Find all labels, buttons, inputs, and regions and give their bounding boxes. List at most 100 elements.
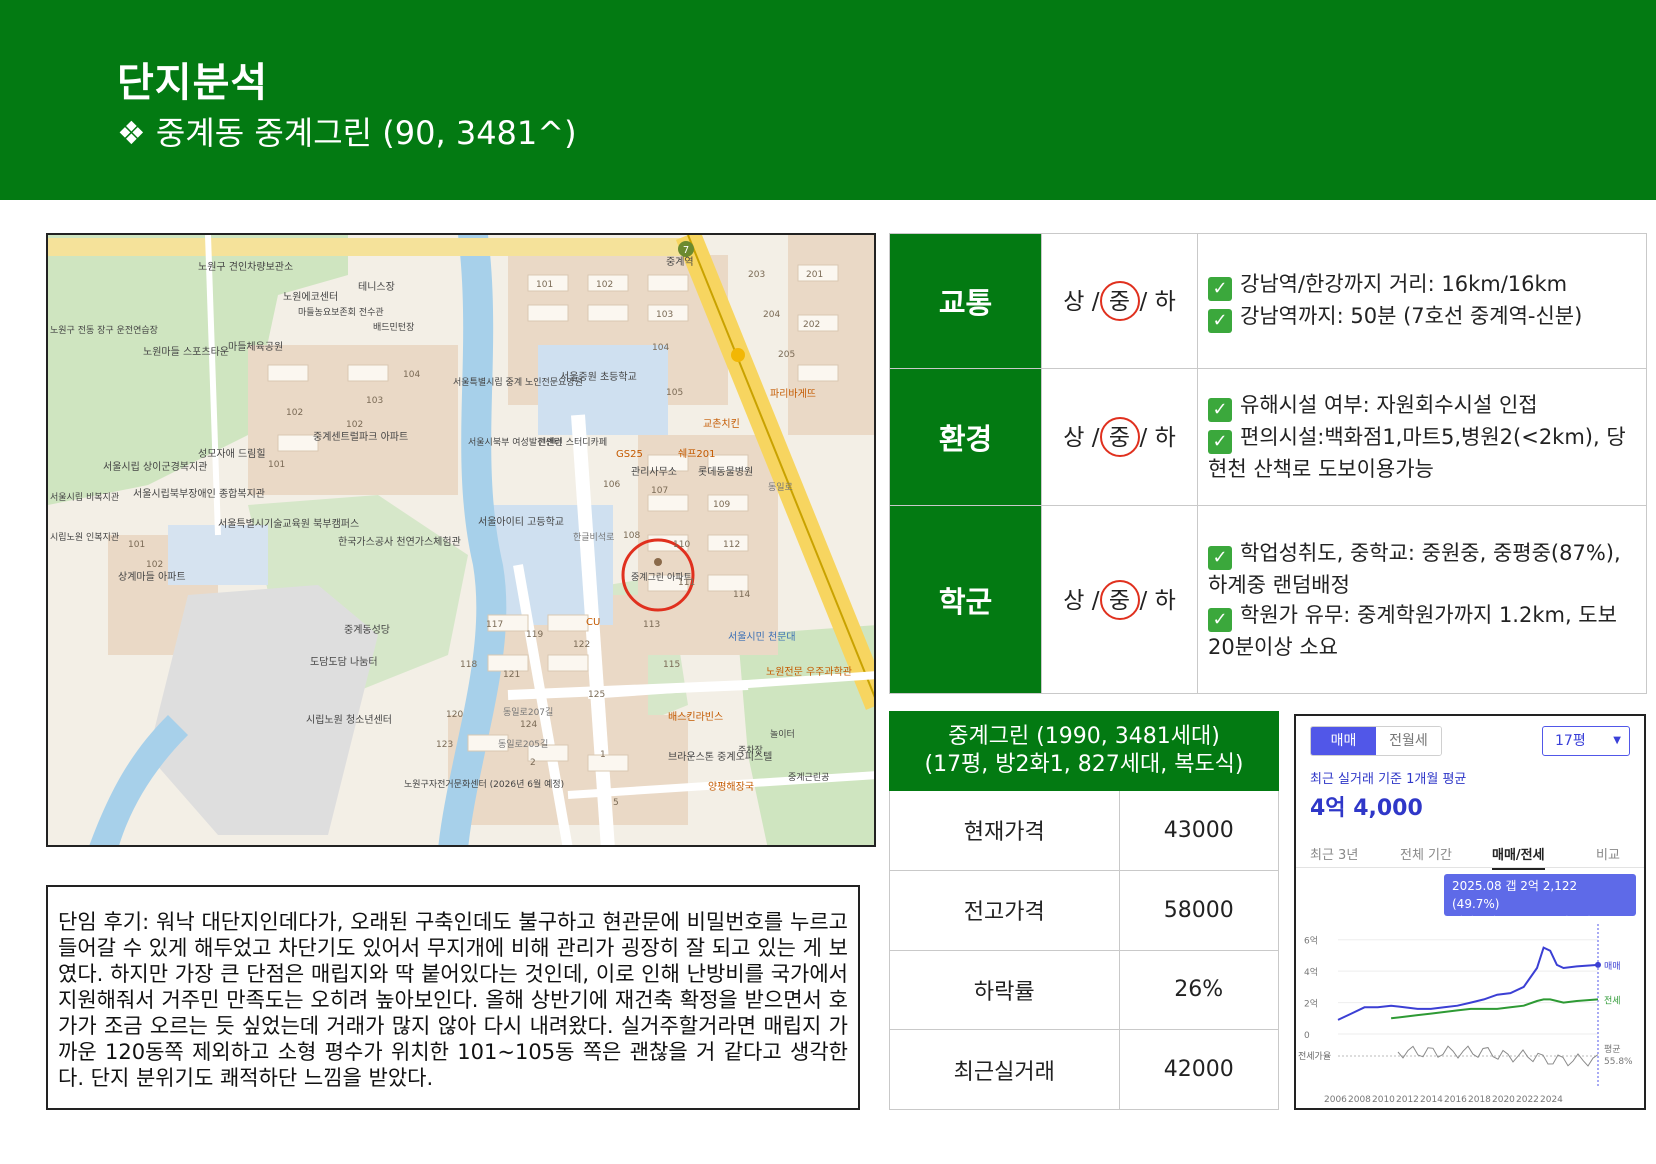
checkmark-icon: ✓: [1208, 545, 1232, 570]
map-label: 서울중원 초등학교: [560, 371, 637, 383]
price-table-header: 중계그린 (1990, 3481세대) (17평, 방2화1, 827세대, 복…: [889, 711, 1279, 791]
price-value: 43000: [1118, 790, 1280, 871]
map-label: 노원구 견인차량보관소: [198, 261, 293, 273]
tab-recent-3y[interactable]: 최근 3년: [1310, 844, 1358, 863]
category-label: 교통: [889, 233, 1042, 369]
map-label: 관리사무소: [631, 466, 677, 478]
ratio-value: 평균: [1604, 1044, 1621, 1055]
map-label: 동일로205길: [498, 739, 548, 750]
analysis-item: ✓ 유해시설 여부: 자원회수시설 인접: [1208, 390, 1636, 422]
map-label: 배드민턴장: [373, 322, 414, 333]
period-tabs: 최근 3년 전체 기간 매매/전세 비교: [1296, 838, 1644, 870]
building-number: 2: [530, 758, 536, 768]
tab-rent[interactable]: 전월세: [1376, 727, 1441, 755]
ratio-label: 전세가율: [1298, 1051, 1331, 1062]
building-number: 118: [460, 660, 477, 670]
price-value: 58000: [1118, 869, 1280, 951]
unit-info: (17평, 방2화1, 827세대, 복도식): [924, 752, 1244, 777]
building-number: 106: [603, 480, 620, 490]
subway-line-7-icon: 7: [683, 245, 689, 256]
y-tick-label: 6억: [1304, 935, 1318, 947]
building-number: 204: [763, 310, 780, 320]
price-label: 하락률: [889, 949, 1120, 1031]
rating-scale: 상 / 중 / 하: [1041, 505, 1198, 694]
building-number: 104: [652, 343, 669, 353]
building-number: 124: [520, 720, 537, 730]
map-label: 성모자애 드림힐: [198, 447, 266, 460]
map-label: 도담도담 나눔터: [310, 656, 378, 668]
tab-sale[interactable]: 매매: [1311, 727, 1376, 755]
building-number: 122: [573, 640, 590, 650]
map-label: 마들농요보존회 전수관: [298, 307, 384, 318]
location-map[interactable]: 7 노원구 견인차량보관소 테니스장 노원에코센터 마들농요보존회 전수관 배드…: [46, 233, 876, 847]
map-label: 노원구자전거문화센터 (2026년 6월 예정): [404, 778, 564, 790]
map-label: 주차장: [738, 744, 763, 756]
building-number: 201: [806, 270, 823, 280]
y-tick-label: 0: [1304, 1031, 1310, 1041]
building-number: 110: [673, 540, 690, 550]
analysis-item: ✓ 편의시설:백화점1,마트5,병원2(<2km), 당현천 산책로 도보이용가능: [1208, 425, 1626, 481]
map-label: 중계센트럴파크 아파트: [313, 430, 408, 443]
size-select[interactable]: 17평 ▼: [1542, 726, 1630, 756]
building-number: 202: [803, 320, 820, 330]
x-tick-label: 2016: [1444, 1095, 1467, 1105]
building-number: 115: [663, 660, 680, 670]
map-label: 노원마들 스포츠타운: [143, 346, 229, 358]
cursor-point: [1595, 961, 1601, 968]
building-number: 203: [748, 270, 765, 280]
map-label: 노원구 전동 장구 운전연습장: [50, 325, 158, 336]
building-number: 108: [623, 531, 640, 541]
price-row: 하락률 26%: [889, 949, 1280, 1031]
map-label: CU: [586, 617, 600, 628]
tab-all-period[interactable]: 전체 기간: [1400, 844, 1452, 863]
price-value: 42000: [1118, 1029, 1280, 1110]
building-number: 103: [366, 396, 383, 406]
category-label: 학군: [889, 505, 1042, 694]
y-tick-label: 4억: [1304, 966, 1318, 978]
tab-sale-rent[interactable]: 매매/전세: [1492, 844, 1545, 870]
building-number: 105: [666, 388, 683, 398]
chevron-down-icon: ▼: [1613, 735, 1621, 746]
map-label: 노원에코센터: [283, 291, 338, 303]
x-tick-label: 2022: [1516, 1095, 1539, 1105]
trade-type-toggle: 매매 전월세: [1310, 726, 1442, 756]
page-subtitle: ❖ 중계동 중계그린 (90, 3481^): [117, 114, 577, 152]
x-tick-label: 2020: [1492, 1095, 1515, 1105]
building-number: 111: [678, 578, 695, 588]
building-number: 103: [656, 310, 673, 320]
map-label: 서울특별시기술교육원 북부캠퍼스: [218, 518, 359, 530]
map-label: 한국가스공사 천연가스체험관: [338, 536, 461, 548]
price-label: 현재가격: [889, 790, 1120, 871]
rating-selected: 중: [1099, 579, 1140, 620]
average-price: 4억 4,000: [1310, 796, 1423, 821]
map-label: 롯데동물병원: [698, 466, 753, 478]
tab-compare[interactable]: 비교: [1596, 844, 1620, 863]
x-tick-label: 2010: [1372, 1095, 1395, 1105]
page-title: 단지분석: [117, 60, 269, 106]
building-number: 109: [713, 500, 730, 510]
analysis-details: ✓ 강남역/한강까지 거리: 16km/16km ✓ 강남역까지: 50분 (7호선…: [1197, 233, 1647, 369]
map-label: 동일로207길: [503, 707, 553, 718]
building-number: 104: [403, 370, 420, 380]
map-label: 런앤런 스터디카페: [538, 437, 607, 448]
building-number: 101: [268, 460, 285, 470]
series-label: 전세: [1604, 995, 1621, 1006]
price-row: 최근실거래 42000: [889, 1029, 1280, 1110]
analysis-details: ✓ 유해시설 여부: 자원회수시설 인접 ✓ 편의시설:백화점1,마트5,병원2(<…: [1197, 368, 1647, 506]
building-number: 112: [723, 540, 740, 550]
map-label: 서울시민 천문대: [728, 631, 796, 643]
price-row: 전고가격 58000: [889, 869, 1280, 951]
x-tick-label: 2024: [1540, 1095, 1563, 1105]
map-label: 서울시립 비복지관: [50, 492, 119, 503]
checkmark-icon: ✓: [1208, 430, 1232, 454]
building-number: 114: [733, 590, 750, 600]
price-line-chart: 6억4억2억0매매전세전세가율평균55.8%2006 2008 2010 2012 20…: [1298, 924, 1633, 1105]
chart-caption: 최근 실거래 기준 1개월 평균: [1310, 772, 1467, 787]
map-label: 파리바게뜨: [770, 388, 816, 400]
ratio-value: 55.8%: [1604, 1057, 1633, 1067]
building-number: 119: [526, 630, 543, 640]
x-tick-label: 2006: [1324, 1095, 1347, 1105]
price-label: 최근실거래: [889, 1029, 1120, 1110]
map-label: 한글비석로: [573, 532, 614, 543]
x-tick-label: 2014: [1420, 1095, 1443, 1105]
